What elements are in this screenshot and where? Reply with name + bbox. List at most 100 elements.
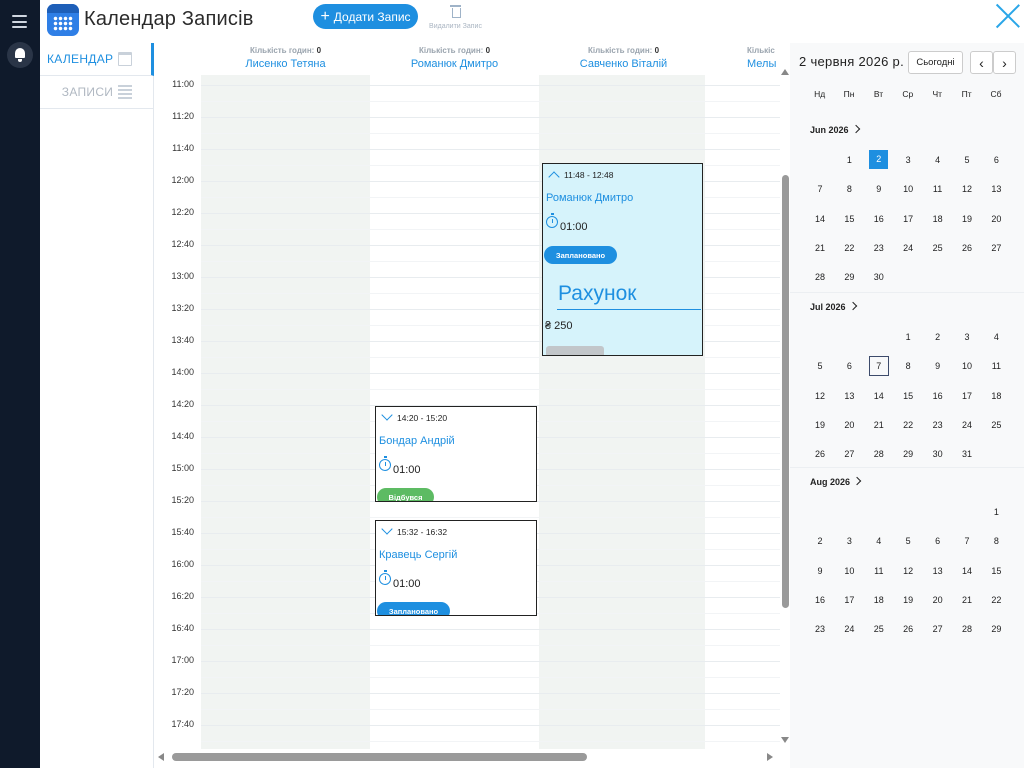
calendar-day[interactable]: 12 (897, 561, 919, 581)
calendar-day[interactable]: 10 (838, 561, 860, 581)
calendar-day[interactable]: 2 (927, 327, 949, 347)
scroll-right-arrow-icon[interactable] (767, 753, 773, 761)
calendar-day[interactable]: 29 (985, 619, 1007, 639)
calendar-day[interactable]: 19 (897, 590, 919, 610)
staff-column-bg[interactable] (201, 75, 370, 749)
month-label[interactable]: Aug 2026 (810, 476, 862, 487)
calendar-day[interactable]: 28 (809, 267, 831, 287)
scroll-left-arrow-icon[interactable] (158, 753, 164, 761)
calendar-day[interactable]: 22 (838, 238, 860, 258)
calendar-day[interactable]: 24 (897, 238, 919, 258)
timeline-grid[interactable]: 11:00 11:20 11:40 12:00 12:20 12:40 13:00 13:20… (154, 75, 780, 749)
scroll-up-arrow-icon[interactable] (781, 69, 789, 75)
calendar-day[interactable]: 1 (897, 327, 919, 347)
calendar-day[interactable]: 13 (838, 386, 860, 406)
staff-name[interactable]: Лисенко Тетяна (201, 58, 370, 70)
calendar-day[interactable]: 7 (956, 531, 978, 551)
vertical-scroll-thumb[interactable] (782, 175, 789, 608)
calendar-day[interactable]: 21 (868, 415, 890, 435)
calendar-day[interactable]: 25 (868, 619, 890, 639)
calendar-day[interactable]: 13 (985, 179, 1007, 199)
calendar-day[interactable]: 2 (869, 150, 889, 169)
calendar-day[interactable]: 12 (809, 386, 831, 406)
calendar-day[interactable]: 25 (927, 238, 949, 258)
calendar-day[interactable]: 1 (838, 150, 860, 170)
calendar-day[interactable]: 19 (809, 415, 831, 435)
calendar-day[interactable]: 4 (927, 150, 949, 170)
expand-chevron-icon[interactable] (381, 523, 393, 535)
calendar-day[interactable]: 11 (868, 561, 890, 581)
calendar-day[interactable]: 2 (809, 531, 831, 551)
staff-column-bg[interactable] (705, 75, 780, 749)
action-button[interactable] (546, 346, 604, 355)
calendar-day[interactable]: 27 (838, 444, 860, 464)
calendar-day[interactable]: 8 (985, 531, 1007, 551)
calendar-day[interactable]: 29 (897, 444, 919, 464)
calendar-day[interactable]: 16 (868, 209, 890, 229)
calendar-day[interactable]: 14 (868, 386, 890, 406)
calendar-day[interactable]: 26 (897, 619, 919, 639)
appointment-card[interactable]: 14:20 - 15:20 Бондар Андрій 01:00 Відбув… (375, 406, 537, 502)
column-header[interactable]: Кількість годин: 0 Лисенко Тетяна (201, 43, 370, 75)
appointment-card[interactable]: 11:48 - 12:48 Романюк Дмитро 01:00 Запла… (542, 163, 703, 356)
calendar-day[interactable]: 4 (985, 327, 1007, 347)
notification-bell-icon[interactable] (7, 42, 33, 68)
today-button[interactable]: Сьогодні (908, 51, 963, 74)
calendar-day[interactable]: 14 (809, 209, 831, 229)
calendar-day[interactable]: 3 (897, 150, 919, 170)
calendar-day[interactable]: 3 (956, 327, 978, 347)
calendar-day[interactable]: 3 (838, 531, 860, 551)
calendar-day[interactable]: 5 (897, 531, 919, 551)
calendar-day[interactable]: 10 (956, 356, 978, 376)
calendar-day[interactable]: 28 (868, 444, 890, 464)
calendar-day[interactable]: 26 (809, 444, 831, 464)
calendar-day[interactable]: 9 (868, 179, 890, 199)
column-header[interactable]: Кількість годин: 0 Савченко Віталій (539, 43, 708, 75)
calendar-day[interactable]: 22 (985, 590, 1007, 610)
calendar-day[interactable]: 6 (838, 356, 860, 376)
calendar-day[interactable]: 1 (985, 502, 1007, 522)
column-header[interactable]: Кількіс Мелы (708, 43, 780, 75)
calendar-day[interactable]: 30 (868, 267, 890, 287)
calendar-day[interactable]: 7 (868, 356, 889, 377)
staff-name[interactable]: Романюк Дмитро (370, 58, 539, 70)
nav-calendar[interactable]: КАЛЕНДАР (40, 43, 154, 76)
calendar-day[interactable]: 27 (927, 619, 949, 639)
scroll-down-arrow-icon[interactable] (781, 737, 789, 743)
calendar-day[interactable]: 7 (809, 179, 831, 199)
invoice-label[interactable]: Рахунок (557, 282, 701, 310)
collapse-chevron-icon[interactable] (548, 171, 560, 183)
calendar-day[interactable]: 5 (809, 356, 831, 376)
calendar-day[interactable]: 18 (985, 386, 1007, 406)
hamburger-menu-icon[interactable] (12, 15, 27, 28)
calendar-day[interactable]: 11 (985, 356, 1007, 376)
calendar-day[interactable]: 24 (956, 415, 978, 435)
calendar-day[interactable]: 9 (927, 356, 949, 376)
appointment-client[interactable]: Романюк Дмитро (546, 192, 633, 204)
calendar-day[interactable]: 31 (956, 444, 978, 464)
calendar-day[interactable]: 6 (927, 531, 949, 551)
calendar-day[interactable]: 8 (897, 356, 919, 376)
month-label[interactable]: Jul 2026 (810, 301, 857, 312)
nav-records[interactable]: ЗАПИСИ (40, 76, 154, 109)
calendar-day[interactable]: 28 (956, 619, 978, 639)
calendar-day[interactable]: 30 (927, 444, 949, 464)
status-badge[interactable]: Відбувся (377, 488, 434, 501)
calendar-day[interactable]: 5 (956, 150, 978, 170)
calendar-day[interactable]: 10 (897, 179, 919, 199)
appointment-card[interactable]: 15:32 - 16:32 Кравець Сергій 01:00 Запла… (375, 520, 537, 616)
calendar-day[interactable]: 9 (809, 561, 831, 581)
calendar-day[interactable]: 4 (868, 531, 890, 551)
vertical-scrollbar[interactable] (780, 69, 790, 749)
next-month-button[interactable]: › (993, 51, 1016, 74)
horizontal-scrollbar[interactable] (154, 749, 780, 765)
calendar-day[interactable]: 6 (985, 150, 1007, 170)
calendar-day[interactable]: 20 (838, 415, 860, 435)
status-badge[interactable]: Заплановано (377, 602, 450, 615)
calendar-day[interactable]: 18 (868, 590, 890, 610)
status-badge[interactable]: Заплановано (544, 246, 617, 264)
calendar-day[interactable]: 23 (868, 238, 890, 258)
calendar-day[interactable]: 17 (838, 590, 860, 610)
calendar-day[interactable]: 15 (985, 561, 1007, 581)
calendar-day[interactable]: 13 (927, 561, 949, 581)
